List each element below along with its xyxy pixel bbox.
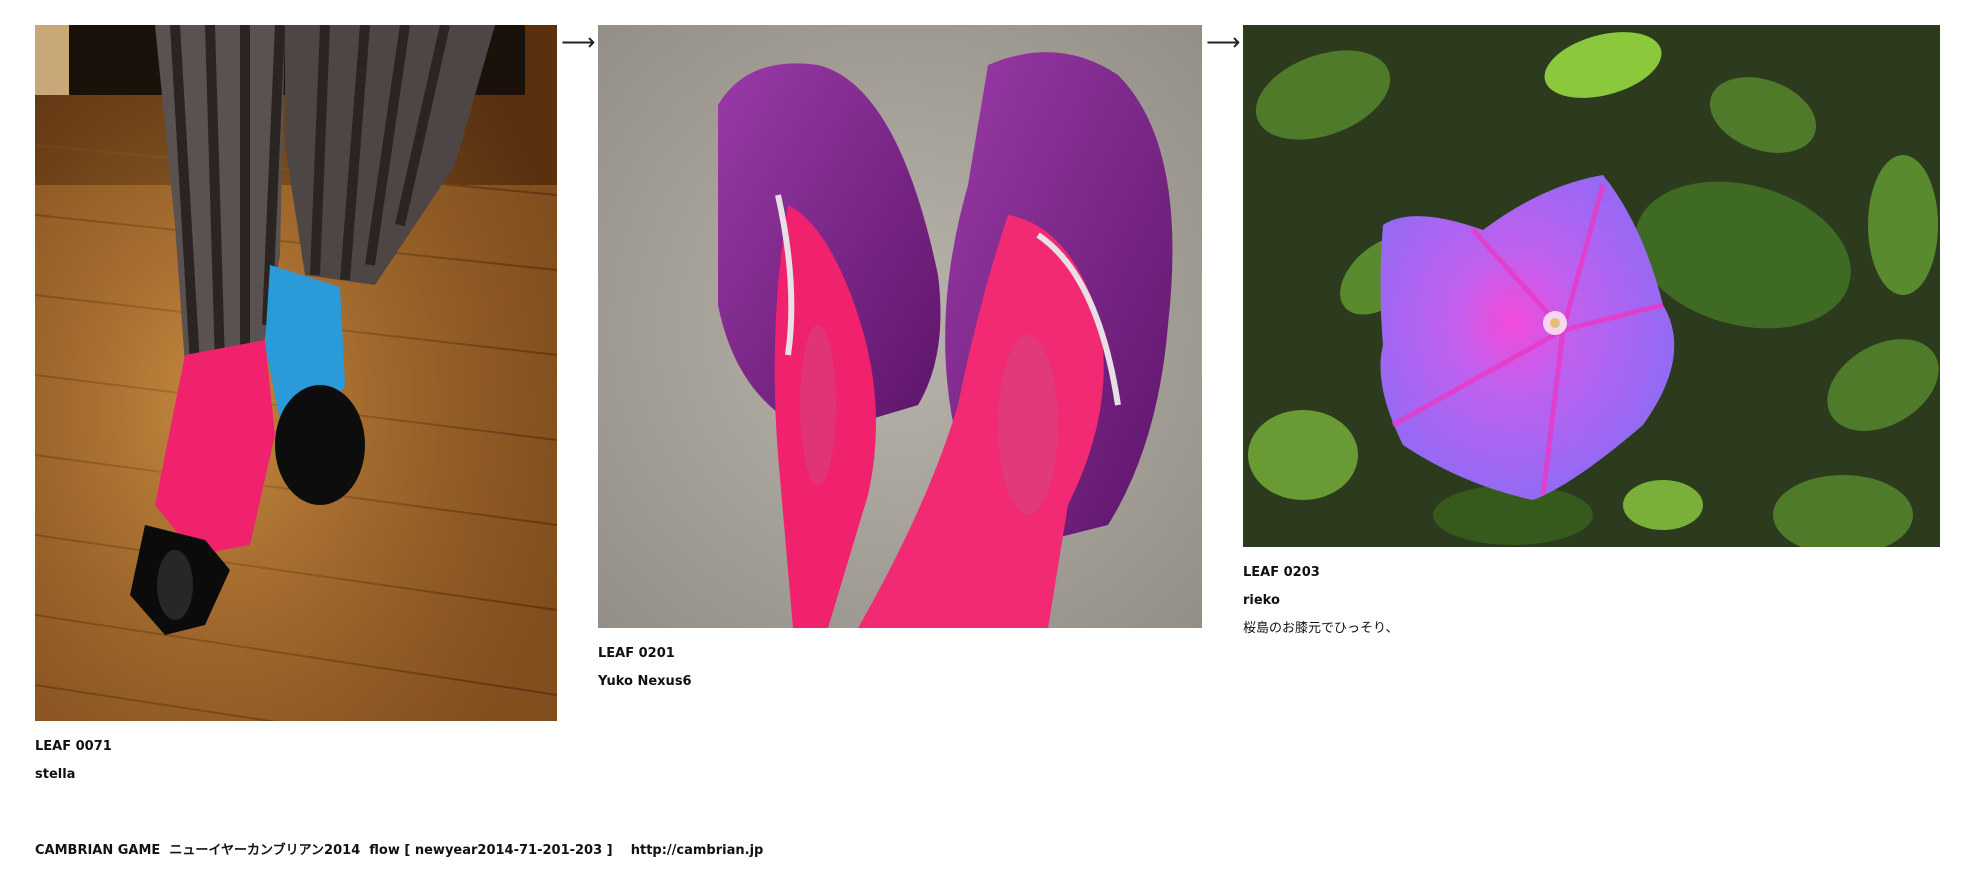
leaf-caption: LEAF 0071 stella (35, 733, 557, 789)
photo-legs-pink-blue-socks-icon (35, 25, 557, 721)
leaf-photo[interactable] (1243, 25, 1940, 547)
leaf-caption: LEAF 0201 Yuko Nexus6 (598, 640, 1202, 696)
leaf-card: LEAF 0071 stella (35, 25, 557, 789)
leaf-caption: LEAF 0203 rieko 桜島のお膝元でひっそり、 (1243, 559, 1940, 643)
leaf-author: rieko (1243, 593, 1280, 608)
arrow-right-icon: ⟶ (561, 28, 596, 56)
leaf-id: LEAF 0203 (1243, 565, 1320, 580)
leaf-photo[interactable] (35, 25, 557, 721)
photo-morning-glory-flower-icon (1243, 25, 1940, 547)
leaf-id: LEAF 0201 (598, 646, 675, 661)
leaf-card: LEAF 0201 Yuko Nexus6 (598, 25, 1202, 696)
leaf-card: LEAF 0203 rieko 桜島のお膝元でひっそり、 (1243, 25, 1940, 643)
leaf-id: LEAF 0071 (35, 739, 112, 754)
leaf-comment: 桜島のお膝元でひっそり、 (1243, 621, 1399, 636)
leaf-author: Yuko Nexus6 (598, 674, 692, 689)
leaf-author: stella (35, 767, 76, 782)
footer-text: CAMBRIAN GAME ニューイヤーカンブリアン2014 flow [ ne… (35, 843, 764, 858)
arrow-right-icon: ⟶ (1206, 28, 1241, 56)
photo-purple-slippers-pink-tights-icon (598, 25, 1202, 628)
leaf-photo[interactable] (598, 25, 1202, 628)
